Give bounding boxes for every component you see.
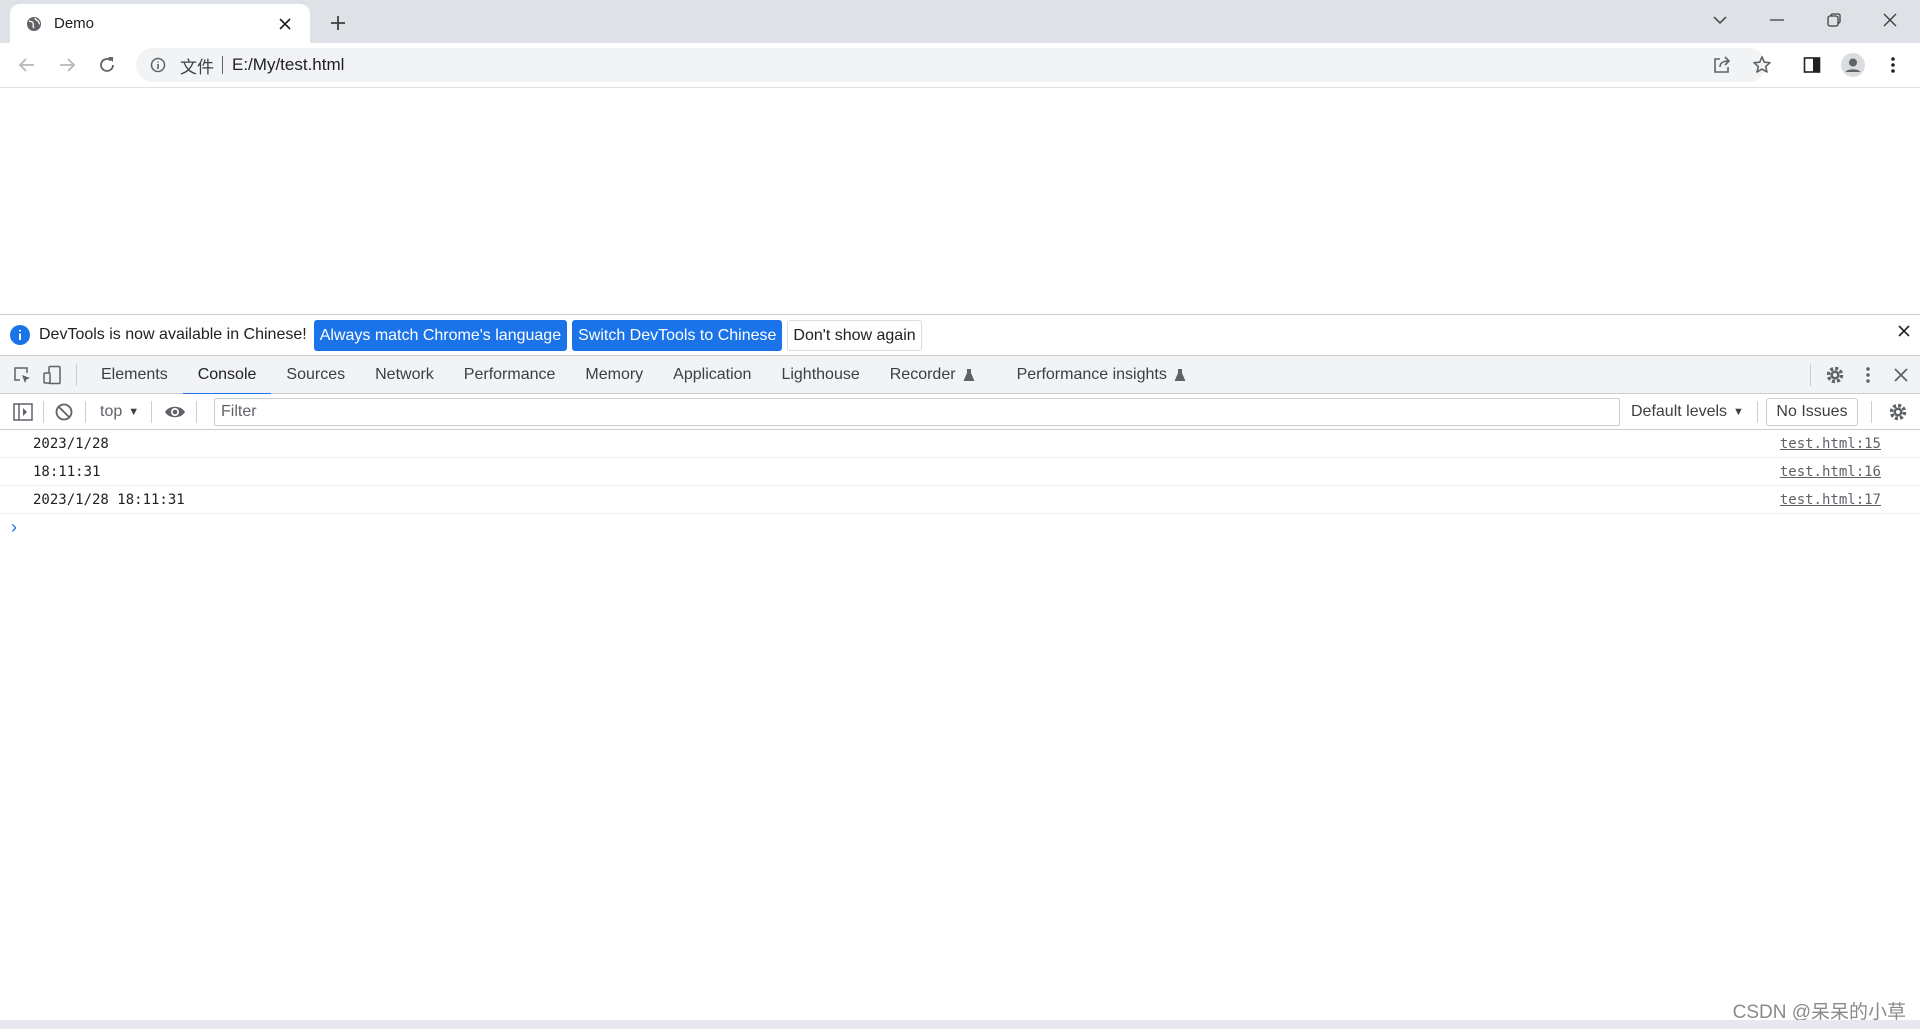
- toolbar-separator: [1757, 401, 1758, 423]
- console-prompt[interactable]: ›: [0, 514, 1920, 540]
- tab-console[interactable]: Console: [182, 356, 272, 395]
- log-message: 18:11:31: [33, 463, 101, 480]
- switch-to-chinese-button[interactable]: Switch DevTools to Chinese: [572, 319, 783, 351]
- experiment-flask-icon: [1174, 368, 1186, 382]
- tabbar-separator: [76, 363, 77, 386]
- toolbar-separator: [151, 401, 153, 423]
- close-infobar-icon[interactable]: [1898, 325, 1910, 337]
- globe-icon: [26, 16, 42, 32]
- context-selector[interactable]: top ▼: [86, 403, 139, 421]
- tab-recorder-label: Recorder: [889, 365, 956, 383]
- log-levels-label: Default levels: [1631, 403, 1728, 420]
- share-icon[interactable]: [1707, 50, 1737, 80]
- tab-network[interactable]: Network: [360, 356, 449, 394]
- tab-strip: Demo: [0, 0, 1920, 43]
- console-toolbar: top ▼ Filter Default levels ▼ No Issues: [0, 394, 1920, 430]
- close-window-icon[interactable]: [1862, 0, 1918, 40]
- always-match-language-button[interactable]: Always match Chrome's language: [313, 319, 568, 351]
- log-line: 18:11:31 test.html:16: [0, 458, 1920, 486]
- forward-icon[interactable]: [52, 50, 82, 80]
- browser-tab[interactable]: Demo: [10, 4, 310, 43]
- tab-performance[interactable]: Performance: [449, 356, 571, 394]
- log-message: 2023/1/28: [33, 435, 109, 452]
- devtools-menu-icon[interactable]: [1853, 360, 1883, 390]
- close-devtools-icon[interactable]: [1886, 360, 1916, 390]
- tabbar-separator-right: [1810, 363, 1811, 386]
- dropdown-caret-icon: ▼: [1733, 406, 1744, 418]
- toolbar-separator: [196, 401, 198, 423]
- dont-show-again-button[interactable]: Don't show again: [787, 319, 922, 351]
- restore-icon[interactable]: [1806, 0, 1862, 40]
- tab-lighthouse[interactable]: Lighthouse: [766, 356, 874, 394]
- tab-elements[interactable]: Elements: [86, 356, 183, 394]
- reload-icon[interactable]: [92, 50, 122, 80]
- filter-input[interactable]: Filter: [214, 398, 1620, 426]
- log-source-link[interactable]: test.html:15: [1780, 436, 1881, 452]
- devtools-tabbar: Elements Console Sources Network Perform…: [0, 356, 1920, 395]
- scheme-label: 文件: [180, 57, 214, 77]
- tab-performance-insights[interactable]: Performance insights: [1002, 356, 1201, 394]
- taskbar-edge: [0, 1020, 1920, 1029]
- log-line: 2023/1/28 test.html:15: [0, 430, 1920, 458]
- toolbar-separator: [1871, 401, 1872, 423]
- tab-memory[interactable]: Memory: [570, 356, 658, 394]
- experiment-flask-icon: [963, 368, 975, 382]
- console-settings-icon[interactable]: [1883, 397, 1913, 427]
- side-panel-icon[interactable]: [1797, 50, 1827, 80]
- show-sidebar-icon[interactable]: [8, 397, 38, 427]
- prompt-chevron-icon: ›: [11, 516, 17, 537]
- url-text[interactable]: E:/My/test.html: [232, 55, 344, 75]
- browser-toolbar: 文件 E:/My/test.html: [0, 43, 1920, 88]
- tab-application[interactable]: Application: [658, 356, 766, 394]
- address-bar[interactable]: 文件 E:/My/test.html: [136, 48, 1766, 82]
- minimize-icon[interactable]: [1749, 0, 1805, 40]
- close-tab-icon[interactable]: [274, 13, 296, 35]
- new-tab-button[interactable]: [324, 9, 352, 37]
- log-source-link[interactable]: test.html:16: [1780, 464, 1881, 480]
- log-levels-dropdown[interactable]: Default levels ▼: [1631, 398, 1744, 426]
- live-expression-eye-icon[interactable]: [160, 397, 190, 427]
- console-output: 2023/1/28 test.html:15 18:11:31 test.htm…: [0, 430, 1920, 540]
- context-label: top: [100, 403, 123, 420]
- chrome-menu-icon[interactable]: [1878, 50, 1908, 80]
- device-toolbar-icon[interactable]: [37, 360, 67, 390]
- dropdown-caret-icon: ▼: [128, 406, 140, 418]
- infobar-message: DevTools is now available in Chinese!: [39, 326, 307, 343]
- log-message: 2023/1/28 18:11:31: [33, 491, 185, 508]
- profile-avatar-icon[interactable]: [1838, 50, 1868, 80]
- tab-performance-insights-label: Performance insights: [1016, 365, 1167, 383]
- clear-console-icon[interactable]: [49, 397, 79, 427]
- log-source-link[interactable]: test.html:17: [1780, 492, 1881, 508]
- tab-search-icon[interactable]: [1692, 0, 1748, 40]
- bookmark-star-icon[interactable]: [1747, 50, 1777, 80]
- tab-title: Demo: [54, 15, 95, 32]
- log-line: 2023/1/28 18:11:31 test.html:17: [0, 486, 1920, 514]
- info-filled-icon: [10, 325, 30, 345]
- omnibox-separator: [222, 56, 223, 74]
- toolbar-separator: [43, 401, 44, 423]
- devtools-settings-icon[interactable]: [1820, 360, 1850, 390]
- tab-recorder[interactable]: Recorder: [875, 356, 990, 394]
- tab-sources[interactable]: Sources: [271, 356, 360, 394]
- back-icon[interactable]: [12, 50, 42, 80]
- inspect-element-icon[interactable]: [7, 360, 37, 390]
- info-icon[interactable]: [150, 57, 166, 73]
- language-infobar: DevTools is now available in Chinese! Al…: [0, 314, 1920, 356]
- issues-button[interactable]: No Issues: [1766, 398, 1858, 426]
